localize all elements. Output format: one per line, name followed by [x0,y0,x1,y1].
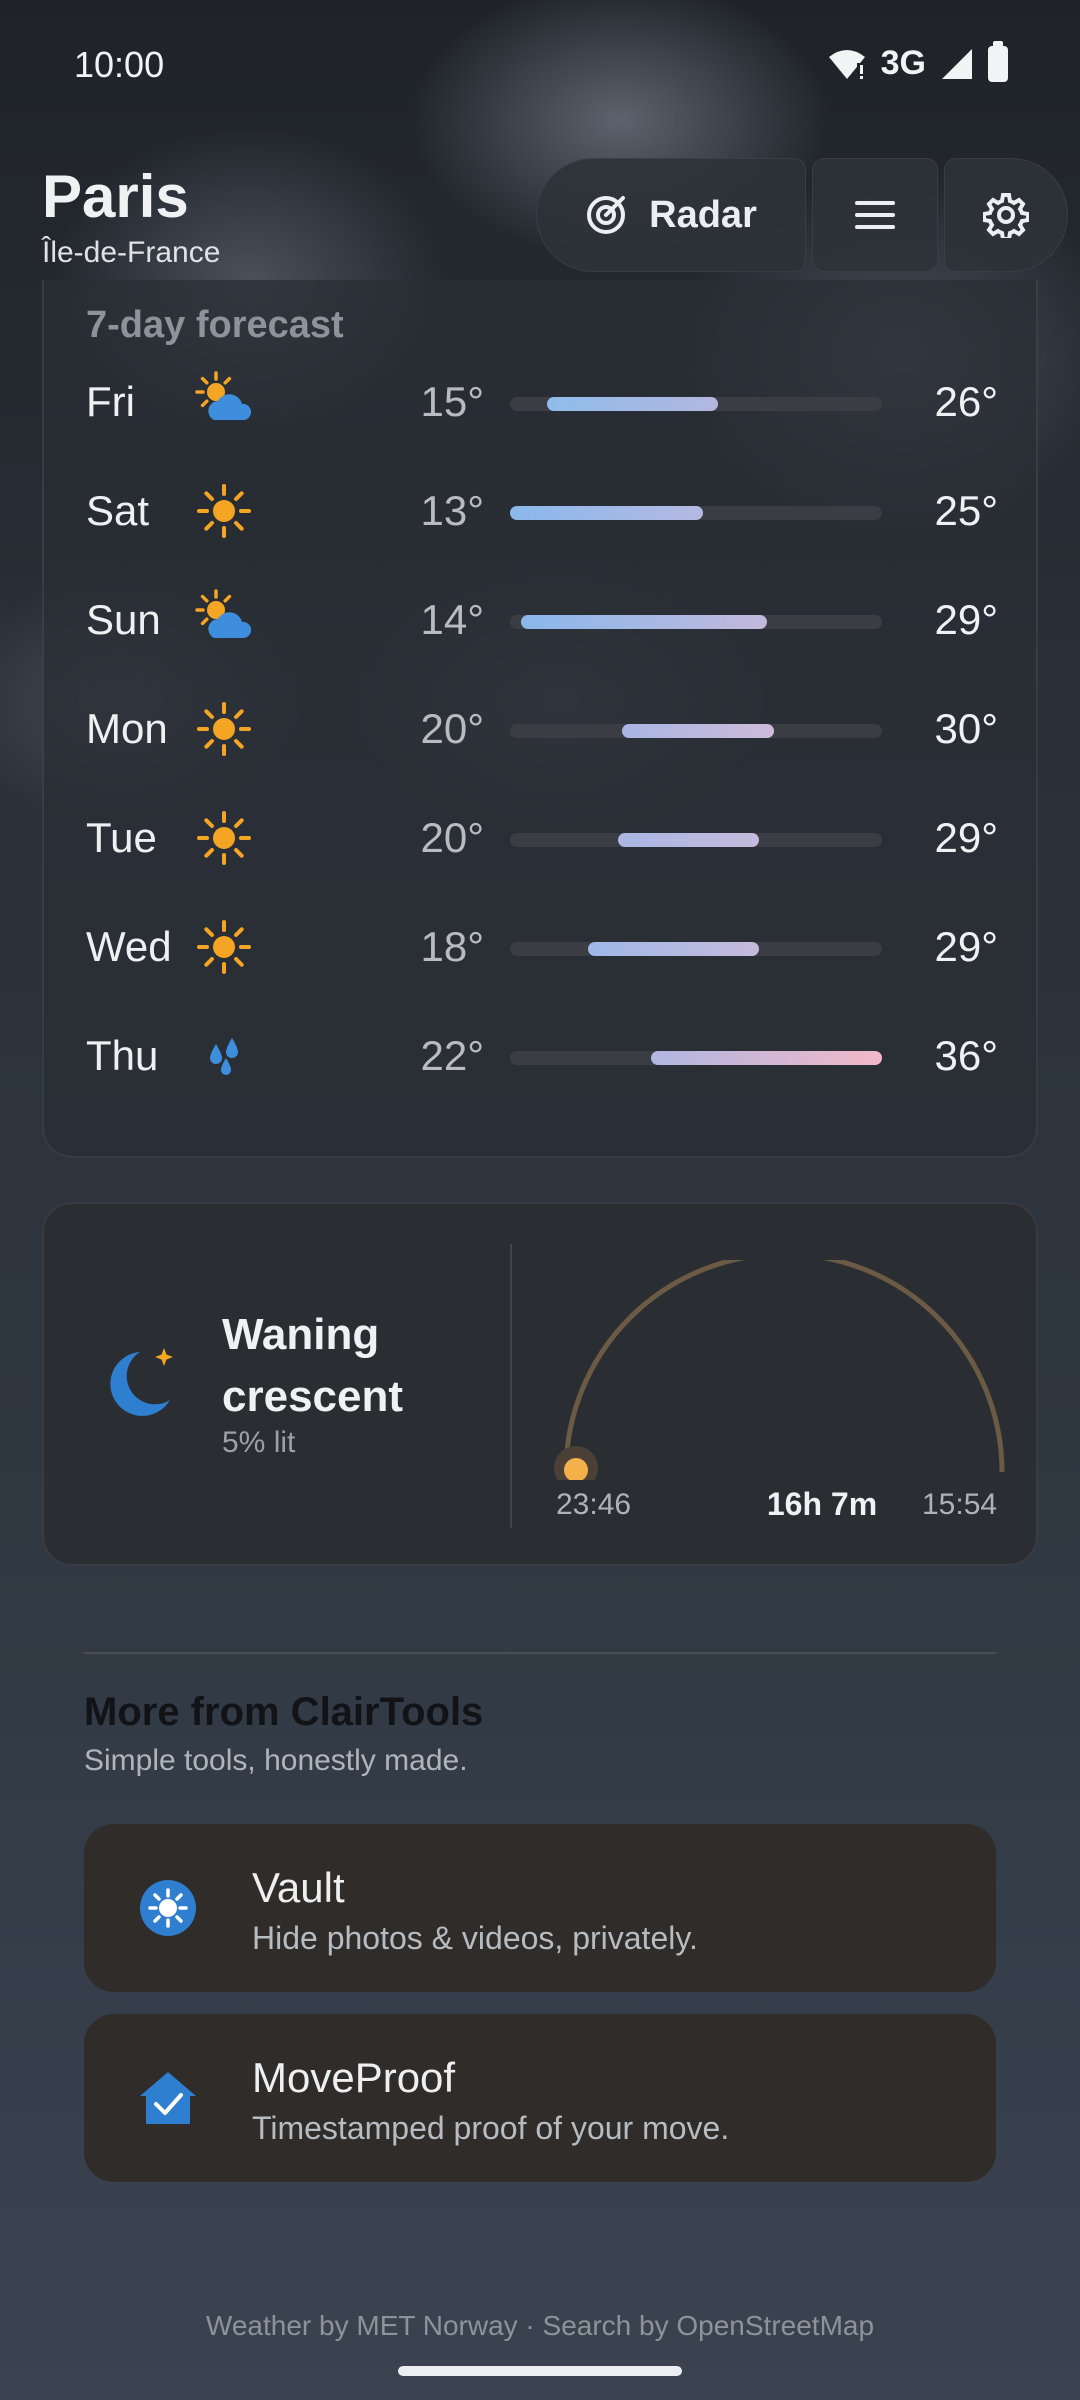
promo-description: Hide photos & videos, privately. [252,1920,698,1956]
day-name: Fri [86,378,135,425]
forecast-title: 7-day forecast [86,304,344,346]
moon-icon [110,1348,173,1416]
forecast-card[interactable]: 7-day forecast Fri 15° 26° Sat 13° 25° Sun 14° 2… [42,280,1038,1158]
forecast-row-wed: Wed 18° 29° [44,895,1040,995]
low-temp: 22° [420,1032,484,1079]
promo-name: MoveProof [252,2054,456,2101]
day-name: Thu [86,1032,159,1079]
low-temp: 20° [420,814,484,861]
moon-path-arc [554,1260,1005,1480]
settings-button[interactable] [944,158,1068,272]
attribution-footer[interactable]: Weather by MET Norway · Search by OpenSt… [0,2310,1080,2342]
moon-card[interactable]: Waning crescent 5% lit 23:46 16h 7m 15:5… [42,1202,1038,1566]
day-name: Sat [86,487,150,534]
signal-icon [942,48,972,79]
temp-range-bar [621,724,775,738]
high-temp: 29° [934,814,998,861]
hamburger-menu-icon [855,201,895,229]
day-name: Wed [86,923,172,970]
moon-phase: Waning crescent [222,1310,404,1421]
sun-behind-cloud-icon [192,370,256,434]
temp-range-bar [588,942,760,956]
sun-icon [192,806,256,870]
city-name: Paris [42,163,189,230]
battery-icon [988,40,1008,82]
sun-icon [192,479,256,543]
moonset-time: 15:54 [922,1488,998,1521]
vault-icon [140,1880,196,1936]
temp-range-bar [521,615,767,629]
sun-behind-cloud-icon [192,588,256,652]
moon-duration: 16h 7m [766,1486,878,1522]
high-temp: 36° [934,1032,998,1079]
sun-icon [192,697,256,761]
temp-range-bar [651,1051,882,1065]
status-bar: 10:00 3G [0,0,1080,130]
moon-lit: 5% lit [222,1426,296,1459]
promo-name: Vault [252,1864,345,1911]
high-temp: 25° [934,487,998,534]
day-name: Sun [86,596,161,643]
radar-button[interactable]: Radar [536,158,806,272]
low-temp: 13° [420,487,484,534]
promo-card-moveproof[interactable]: MoveProof Timestamped proof of your move… [84,2014,996,2182]
temp-range-track [510,615,882,629]
day-name: Mon [86,705,168,752]
more-subtitle: Simple tools, honestly made. [84,1744,468,1777]
forecast-row-fri: Fri 15° 26° [44,350,1040,450]
temp-range-track [510,724,882,738]
temp-range-bar [510,506,704,520]
sun-icon [192,915,256,979]
wifi-icon [828,49,865,79]
forecast-row-mon: Mon 20° 30° [44,677,1040,777]
low-temp: 15° [420,378,484,425]
temp-range-track [510,506,882,520]
temp-range-track [510,942,882,956]
forecast-row-thu: Thu 22° 36° [44,1004,1040,1104]
gear-icon [983,193,1029,238]
network-type: 3G [880,44,926,82]
forecast-row-sun: Sun 14° 29° [44,568,1040,668]
temp-range-bar [547,397,719,411]
status-time: 10:00 [74,44,165,85]
temp-range-track [510,1051,882,1065]
radar-label: Radar [649,193,757,236]
raindrops-icon [192,1024,256,1088]
low-temp: 20° [420,705,484,752]
status-icons: 3G [827,40,1008,83]
moon-divider [510,1244,512,1528]
low-temp: 14° [420,596,484,643]
section-divider [84,1652,996,1654]
high-temp: 29° [934,596,998,643]
high-temp: 29° [934,923,998,970]
low-temp: 18° [420,923,484,970]
temp-range-track [510,397,882,411]
menu-button[interactable] [812,158,938,272]
gesture-nav-handle[interactable] [398,2366,682,2376]
day-name: Tue [86,814,157,861]
forecast-row-tue: Tue 20° 29° [44,786,1040,886]
high-temp: 30° [934,705,998,752]
more-title: More from ClairTools [84,1690,484,1734]
temp-range-bar [617,833,760,847]
promo-card-vault[interactable]: Vault Hide photos & videos, privately. [84,1824,996,1992]
radar-icon [587,196,626,234]
temp-range-track [510,833,882,847]
region-name: Île-de-France [42,236,221,269]
promo-description: Timestamped proof of your move. [252,2110,730,2146]
forecast-row-sat: Sat 13° 25° [44,459,1040,559]
house-check-icon [140,2072,196,2124]
high-temp: 26° [934,378,998,425]
moonrise-time: 23:46 [556,1488,632,1521]
